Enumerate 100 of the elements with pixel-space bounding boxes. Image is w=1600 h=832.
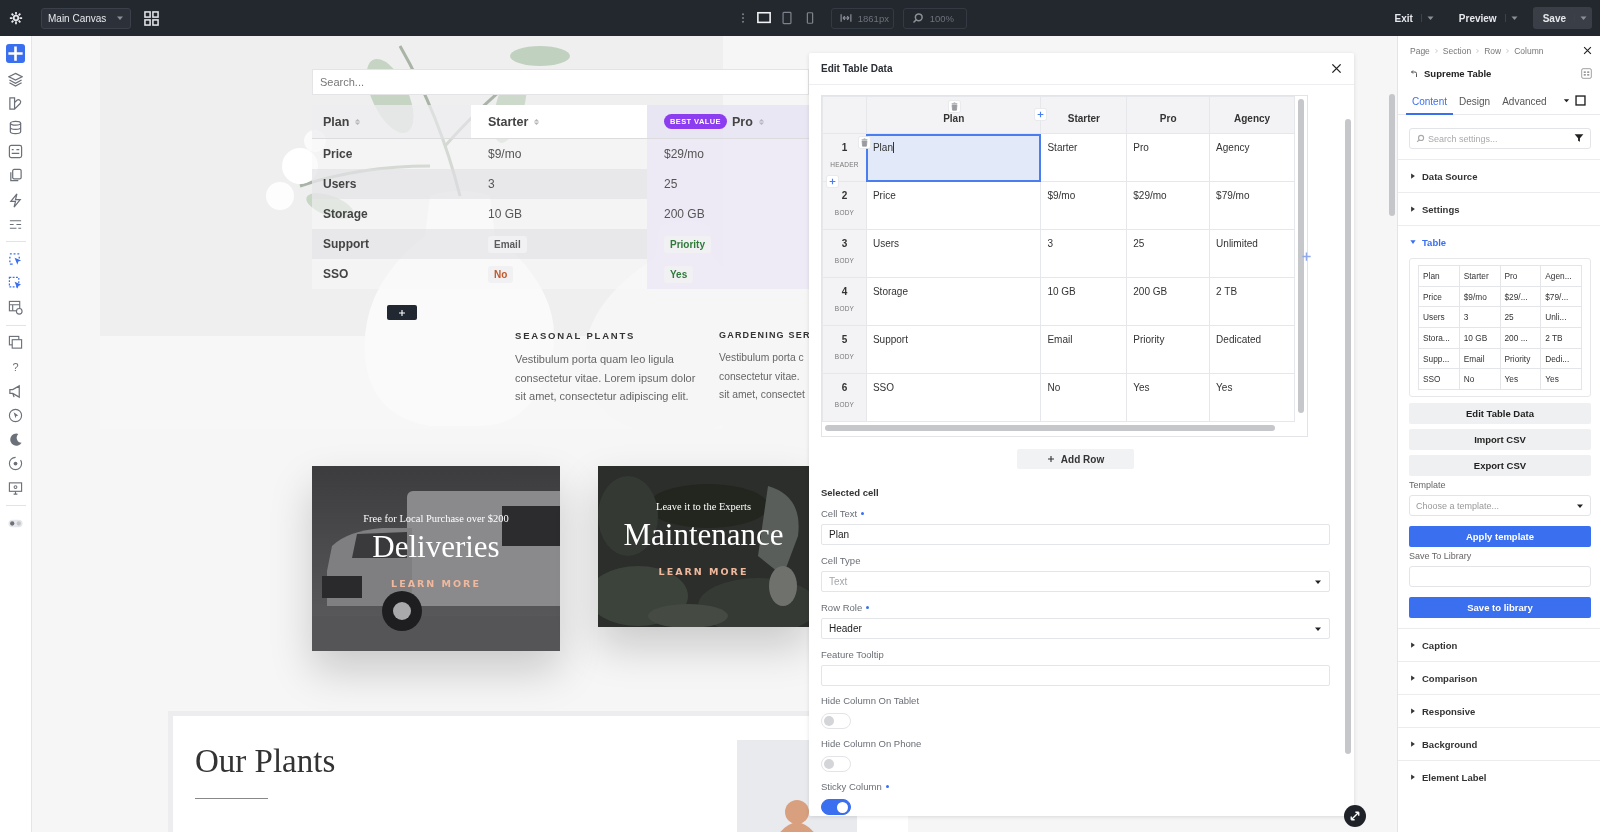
- grid-cell[interactable]: 200 GB: [1126, 277, 1210, 326]
- grid-cell[interactable]: $79/mo: [1209, 181, 1295, 230]
- database-icon[interactable]: [8, 119, 23, 135]
- add-icon[interactable]: [6, 44, 25, 63]
- plus-icon[interactable]: [1034, 108, 1048, 121]
- desktop-view-button[interactable]: [755, 11, 772, 25]
- column-header[interactable]: Plan: [312, 105, 471, 139]
- shapes-icon[interactable]: [8, 95, 23, 111]
- grid-icon[interactable]: [144, 10, 159, 26]
- input-field[interactable]: [821, 665, 1330, 686]
- grid-cell[interactable]: 3: [1040, 229, 1127, 278]
- grid-cell[interactable]: 25: [1126, 229, 1210, 278]
- grid-cell[interactable]: Priority: [1126, 325, 1210, 374]
- pages-icon[interactable]: [8, 168, 23, 184]
- breadcrumb-link[interactable]: Column: [1514, 45, 1544, 56]
- monitor-icon[interactable]: [8, 480, 23, 496]
- grid-cell[interactable]: SSO: [866, 373, 1041, 422]
- toolbar-button[interactable]: Preview: [1448, 7, 1523, 29]
- grid-cell[interactable]: Starter: [1040, 133, 1127, 182]
- action-button[interactable]: Export CSV: [1409, 455, 1591, 477]
- close-button[interactable]: [1331, 63, 1342, 74]
- tab[interactable]: Design: [1453, 96, 1497, 115]
- grid-cell[interactable]: $29/mo: [1126, 181, 1210, 230]
- grid-cell[interactable]: 2 TB: [1209, 277, 1295, 326]
- feature-title: SEASONAL PLANTS: [515, 330, 637, 341]
- grid-cell[interactable]: Dedicated: [1209, 325, 1295, 374]
- grid-cell[interactable]: Agency: [1209, 133, 1295, 182]
- grid-cell[interactable]: No: [1040, 373, 1127, 422]
- back-icon[interactable]: [1410, 69, 1418, 78]
- grid-cell[interactable]: Plan: [866, 133, 1041, 182]
- section-toggle[interactable]: Background: [1398, 728, 1600, 761]
- grid-cell[interactable]: Support: [866, 325, 1041, 374]
- scrollbar[interactable]: [825, 425, 1275, 431]
- input-field[interactable]: Plan: [821, 524, 1330, 545]
- action-button[interactable]: Edit Table Data: [1409, 403, 1591, 425]
- save-button[interactable]: Save to library: [1409, 597, 1591, 619]
- layers-icon[interactable]: [8, 71, 23, 87]
- grid-cell[interactable]: Storage: [866, 277, 1041, 326]
- form-icon[interactable]: [8, 144, 23, 160]
- field-label: Hide Column On Tablet: [821, 694, 920, 706]
- cursor-icon[interactable]: [8, 408, 23, 424]
- select-icon[interactable]: [8, 251, 23, 267]
- trash-icon[interactable]: [857, 136, 871, 149]
- caret-icon[interactable]: [1562, 97, 1570, 104]
- column-header[interactable]: Starter: [471, 105, 647, 139]
- add-row-button[interactable]: Add Row: [1017, 449, 1134, 469]
- section-toggle[interactable]: Element Label: [1398, 761, 1600, 794]
- dropdown[interactable]: Header: [821, 618, 1330, 639]
- scrollbar[interactable]: [1345, 119, 1351, 754]
- breadcrumb-link[interactable]: Section: [1442, 45, 1472, 56]
- preview-cell: Users: [1418, 306, 1460, 328]
- grid-cell[interactable]: Users: [866, 229, 1041, 278]
- section-toggle[interactable]: Data Source: [1398, 160, 1600, 192]
- add-row-button[interactable]: [387, 305, 417, 320]
- toolbar-button[interactable]: Exit: [1384, 7, 1439, 29]
- preview-cell: 10 GB: [1459, 327, 1500, 349]
- grid-cell[interactable]: $9/mo: [1040, 181, 1127, 230]
- filter-icon: [1574, 133, 1584, 143]
- scrollbar[interactable]: [1298, 99, 1305, 413]
- settings-icon[interactable]: [9, 11, 23, 25]
- grid-cell[interactable]: Price: [866, 181, 1041, 230]
- learn-more-link[interactable]: LEARN MORE: [658, 566, 749, 577]
- apply-button[interactable]: Apply template: [1409, 526, 1591, 548]
- tab[interactable]: Content: [1406, 96, 1454, 115]
- grid-cell[interactable]: Unlimited: [1209, 229, 1295, 278]
- table-preview-icon[interactable]: [8, 300, 23, 316]
- resize-handle[interactable]: [1344, 805, 1366, 827]
- grid-cell[interactable]: Yes: [1126, 373, 1210, 422]
- windows-icon[interactable]: [8, 335, 23, 351]
- section-toggle[interactable]: Responsive: [1398, 695, 1600, 728]
- search-field[interactable]: Search...: [312, 69, 809, 95]
- canvas-dropdown[interactable]: Main Canvas: [41, 7, 131, 29]
- target-icon[interactable]: [8, 456, 23, 472]
- breadcrumb-link[interactable]: Page: [1410, 45, 1430, 56]
- section-toggle[interactable]: Table: [1398, 226, 1600, 258]
- text-field[interactable]: [1409, 566, 1591, 588]
- toolbar-button[interactable]: Save: [1532, 7, 1592, 29]
- grid-cell[interactable]: Yes: [1209, 373, 1295, 422]
- tab[interactable]: Advanced: [1496, 96, 1553, 115]
- bolt-icon[interactable]: [8, 192, 23, 208]
- moon-icon[interactable]: [8, 432, 23, 448]
- grid-cell[interactable]: Email: [1040, 325, 1127, 374]
- action-button[interactable]: Import CSV: [1409, 429, 1591, 451]
- square-icon[interactable]: [1573, 95, 1587, 106]
- toggle-switch[interactable]: [821, 799, 851, 815]
- grid-cell[interactable]: 10 GB: [1040, 277, 1127, 326]
- section-toggle[interactable]: Caption: [1398, 629, 1600, 662]
- close-icon[interactable]: [1583, 46, 1592, 55]
- help-icon[interactable]: ?: [12, 359, 19, 375]
- section-toggle[interactable]: Settings: [1398, 193, 1600, 225]
- scrollbar[interactable]: [1389, 94, 1395, 216]
- search-field[interactable]: Search settings...: [1409, 128, 1591, 149]
- trash-icon[interactable]: [947, 100, 961, 113]
- breadcrumb-link[interactable]: Row: [1484, 45, 1502, 56]
- section-toggle[interactable]: Comparison: [1398, 662, 1600, 695]
- megaphone-icon[interactable]: [8, 383, 23, 399]
- grid-cell[interactable]: Pro: [1126, 133, 1210, 182]
- plus-icon[interactable]: [826, 175, 839, 188]
- layout-icon[interactable]: [1581, 68, 1592, 79]
- row-number: 4: [840, 286, 849, 297]
